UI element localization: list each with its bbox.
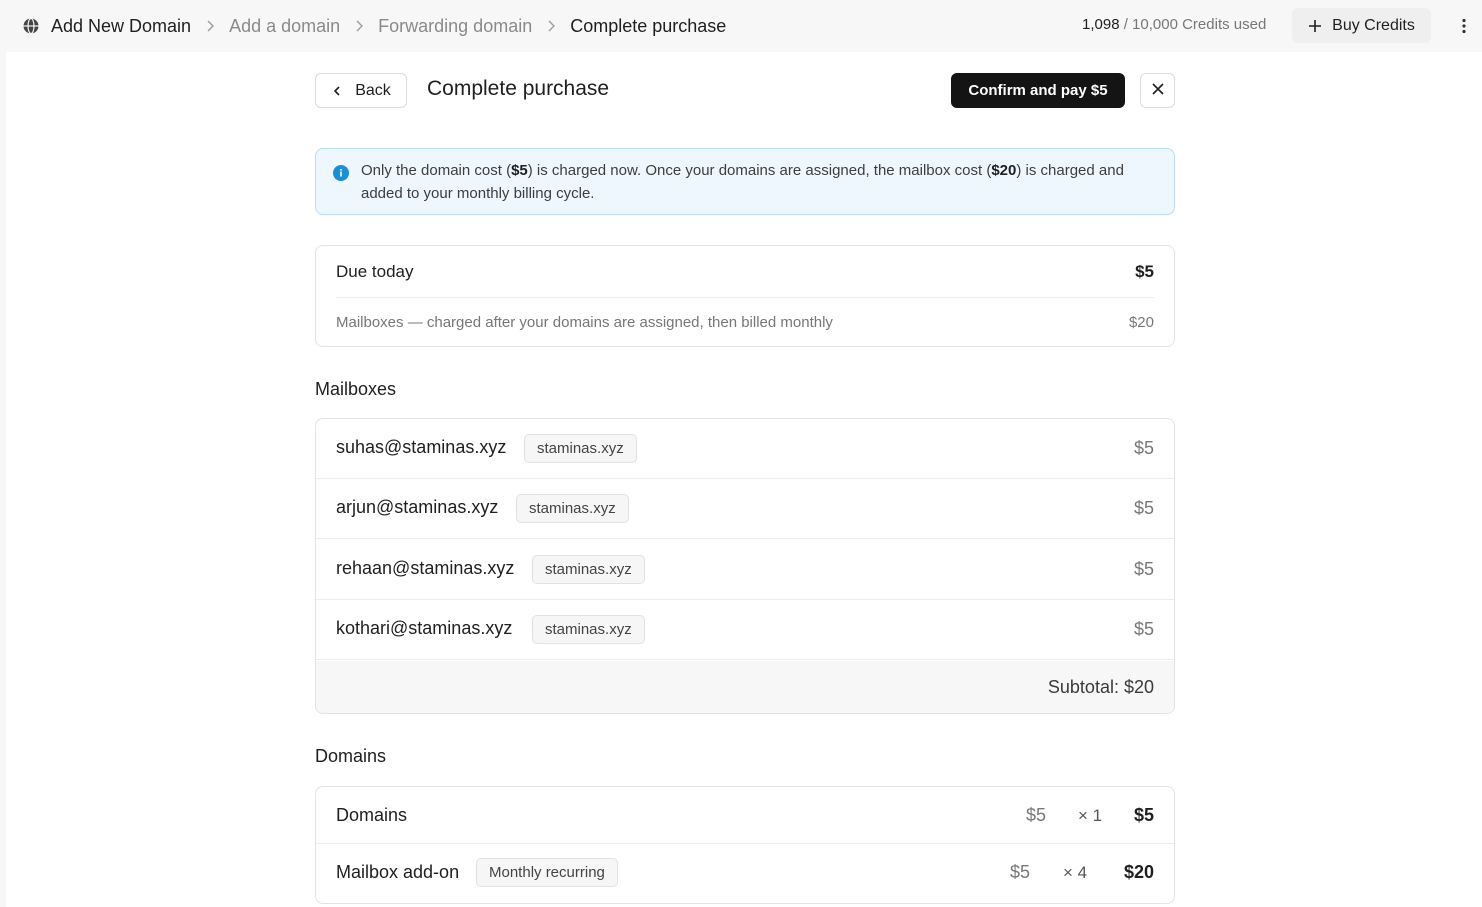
mailbox-row: suhas@staminas.xyz staminas.xyz $5 — [316, 419, 1174, 479]
line-item-total: $20 — [1123, 862, 1154, 882]
page-title: Complete purchase — [427, 77, 610, 100]
due-today-row: Due today $5 — [336, 246, 1154, 298]
line-item-total: $5 — [1133, 805, 1154, 825]
domains-section-title: Domains — [315, 746, 387, 766]
line-item-unit-price: $5 — [1010, 862, 1031, 882]
mailbox-email: kothari@staminas.xyz — [336, 618, 513, 638]
domain-line-item: Mailbox add-on Monthly recurring $5 × 4 … — [316, 844, 1174, 901]
domain-tag: staminas.xyz — [516, 494, 629, 523]
mailbox-row: arjun@staminas.xyz staminas.xyz $5 — [316, 479, 1174, 539]
notice-domain-cost: $5 — [511, 162, 528, 179]
mailbox-price: $5 — [1133, 559, 1154, 579]
notice-text: Only the domain cost ($5) is charged now… — [361, 159, 1161, 205]
notice-mailbox-cost: $20 — [991, 162, 1017, 179]
due-today-amount: $5 — [1135, 261, 1154, 281]
more-options-icon[interactable] — [1456, 16, 1472, 36]
notice-text-part: Only the domain cost ( — [361, 162, 512, 179]
chevron-right-icon — [351, 18, 367, 34]
due-today-card: Due today $5 Mailboxes — charged after y… — [315, 245, 1175, 347]
domain-tag: staminas.xyz — [532, 615, 645, 644]
line-item-quantity: × 4 — [1063, 863, 1088, 882]
globe-icon — [22, 17, 40, 35]
mailbox-email: arjun@staminas.xyz — [336, 497, 499, 517]
line-item-quantity: × 1 — [1078, 806, 1103, 825]
credits-usage: 1,098 / 10,000 Credits used — [1082, 16, 1266, 33]
mailbox-price: $5 — [1133, 619, 1154, 639]
breadcrumb: Add New Domain Add a domain Forwarding d… — [22, 13, 726, 39]
breadcrumb-item-add-new-domain[interactable]: Add New Domain — [51, 16, 191, 37]
back-button[interactable]: Back — [315, 73, 407, 108]
billing-notice: Only the domain cost ($5) is charged now… — [315, 148, 1175, 215]
domain-tag: staminas.xyz — [524, 434, 637, 463]
mailboxes-section-title: Mailboxes — [315, 379, 397, 399]
mailboxes-charge-amount: $20 — [1128, 313, 1154, 331]
breadcrumb-item-forwarding-domain[interactable]: Forwarding domain — [378, 16, 532, 37]
credits-total: / 10,000 Credits used — [1123, 16, 1267, 33]
mailboxes-subtotal-row: Subtotal: $20 — [316, 661, 1174, 713]
mailbox-email: suhas@staminas.xyz — [336, 437, 507, 457]
mailboxes-subtotal: Subtotal: $20 — [1047, 677, 1154, 697]
line-item-name: Mailbox add-on — [336, 862, 460, 882]
mailboxes-charge-row: Mailboxes — charged after your domains a… — [336, 298, 1154, 346]
due-today-label: Due today — [336, 261, 414, 281]
close-button[interactable] — [1140, 73, 1175, 108]
mailbox-price: $5 — [1133, 498, 1154, 518]
confirm-and-pay-button[interactable]: Confirm and pay $5 — [951, 73, 1125, 108]
top-bar: Add New Domain Add a domain Forwarding d… — [0, 0, 1482, 52]
breadcrumb-item-add-a-domain[interactable]: Add a domain — [229, 16, 340, 37]
mailbox-row: kothari@staminas.xyz staminas.xyz $5 — [316, 600, 1174, 660]
mailboxes-charge-note: Mailboxes — charged after your domains a… — [336, 313, 833, 331]
mailbox-email: rehaan@staminas.xyz — [336, 558, 515, 578]
breadcrumb-item-complete-purchase: Complete purchase — [570, 15, 727, 36]
close-icon — [1151, 82, 1165, 99]
line-item-name: Domains — [336, 805, 408, 825]
main-panel: Back Complete purchase Confirm and pay $… — [6, 52, 1482, 907]
info-icon — [333, 165, 349, 181]
domain-tag: staminas.xyz — [532, 555, 645, 584]
domain-line-item: Domains $5 × 1 $5 — [316, 787, 1174, 844]
back-label: Back — [355, 81, 391, 99]
chevron-right-icon — [202, 18, 218, 34]
monthly-recurring-tag: Monthly recurring — [476, 858, 618, 887]
chevron-left-icon — [331, 85, 343, 97]
line-item-unit-price: $5 — [1026, 805, 1047, 825]
mailboxes-card: suhas@staminas.xyz staminas.xyz $5 arjun… — [315, 418, 1175, 714]
buy-credits-button[interactable]: Buy Credits — [1292, 8, 1431, 43]
domains-card: Domains $5 × 1 $5 Mailbox add-on Monthly… — [315, 786, 1175, 904]
mailbox-price: $5 — [1133, 438, 1154, 458]
notice-text-part: ) is charged now. Once your domains are … — [527, 162, 992, 179]
buy-credits-label: Buy Credits — [1332, 16, 1415, 34]
chevron-right-icon — [543, 18, 559, 34]
plus-icon — [1308, 19, 1322, 33]
credits-used: 1,098 — [1082, 16, 1120, 33]
mailbox-row: rehaan@staminas.xyz staminas.xyz $5 — [316, 540, 1174, 600]
